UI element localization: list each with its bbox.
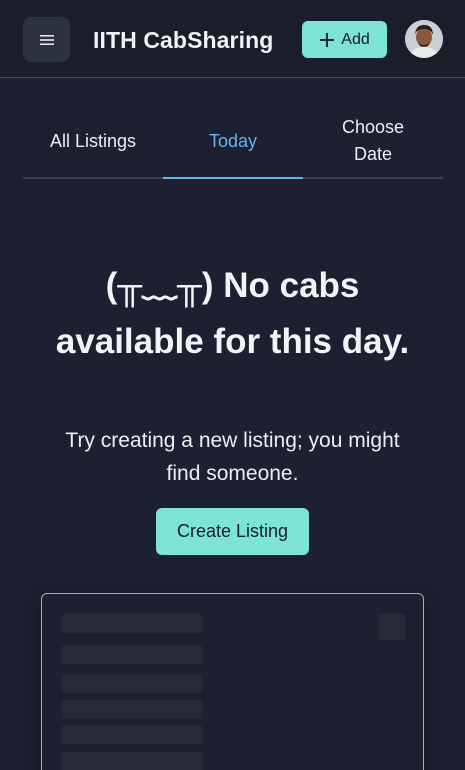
tab-label: All Listings — [49, 130, 137, 151]
menu-button[interactable] — [23, 17, 70, 62]
tab-today[interactable]: Today — [163, 105, 303, 179]
user-avatar[interactable] — [405, 20, 443, 58]
skeleton-line — [62, 674, 202, 693]
hamburger-menu-icon — [39, 34, 54, 45]
skeleton-line — [62, 614, 202, 633]
skeleton-line — [62, 700, 202, 719]
date-filter-tabs: All Listings Today Choose Date — [23, 105, 443, 179]
skeleton-card — [41, 593, 424, 770]
tab-label: Today — [208, 130, 258, 151]
tab-choose-date[interactable]: Choose Date — [303, 105, 443, 177]
create-listing-label: Create Listing — [176, 521, 289, 541]
avatar-image — [405, 20, 443, 58]
plus-icon — [320, 32, 335, 47]
skeleton-line — [62, 752, 202, 770]
tab-all-listings[interactable]: All Listings — [23, 105, 163, 177]
add-button[interactable]: Add — [302, 21, 387, 58]
skeleton-line — [62, 645, 202, 664]
empty-state-subtitle: Try creating a new listing; you might fi… — [65, 429, 400, 485]
create-listing-button[interactable]: Create Listing — [156, 508, 309, 555]
empty-state-title: (╥﹏╥) No cabs available for this day. — [55, 266, 410, 361]
add-button-label: Add — [341, 30, 370, 48]
app-title: IITH CabSharing — [93, 27, 274, 53]
tab-label: Choose Date — [341, 117, 405, 164]
app-header: IITH CabSharing Add — [0, 0, 465, 78]
skeleton-square — [378, 614, 405, 640]
skeleton-line — [62, 725, 202, 744]
